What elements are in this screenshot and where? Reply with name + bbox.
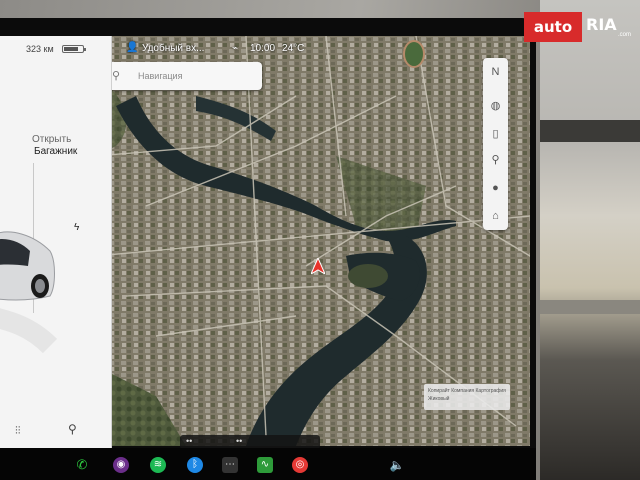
car-model-image[interactable] <box>0 206 70 376</box>
watermark-domain: .com <box>618 32 632 38</box>
island <box>348 264 388 288</box>
search-icon[interactable]: ⚲ <box>68 422 77 436</box>
profile-icon[interactable]: 👤 <box>126 42 138 53</box>
search-icon: ⚲ <box>112 70 121 82</box>
navigation-search[interactable]: ⚲ Навигация <box>100 62 262 90</box>
profile-name[interactable]: Удобный вх... <box>142 43 204 54</box>
charge-port-icon[interactable]: ϟ <box>74 222 79 233</box>
compass-icon[interactable]: N <box>483 60 508 85</box>
outside-temperature: 24°C <box>282 43 305 54</box>
phone-icon[interactable]: ✆ <box>74 457 90 473</box>
status-bar: ⚿ 👤 Удобный вх... ⌁ 10:00 24°C <box>96 36 530 60</box>
trunk-label[interactable]: Багажник <box>34 146 77 157</box>
dock-dots-icon[interactable]: •• <box>186 436 192 446</box>
navigation-placeholder[interactable]: Навигация <box>138 71 182 81</box>
trunk-open-button[interactable]: Открыть <box>32 133 71 146</box>
dashboard-trim-lower <box>540 300 640 314</box>
location-arrow-icon <box>311 258 325 274</box>
spotify-icon[interactable]: ≋ <box>150 457 166 473</box>
wifi-off-icon: ⌁ <box>232 43 239 54</box>
energy-icon[interactable]: ∿ <box>257 457 273 473</box>
camera-icon[interactable]: ◎ <box>292 457 308 473</box>
volume-icon[interactable]: 🔈 <box>389 457 405 473</box>
car-status-panel: 323 км Открыть Багажник ϟ ⫶⫶ ⚲ <box>0 36 112 448</box>
bluetooth-icon[interactable]: ᛒ <box>187 457 203 473</box>
layers-icon[interactable]: ⌂ <box>483 204 508 229</box>
pin-icon[interactable]: ⚲ <box>483 148 508 173</box>
battery-icon <box>62 45 86 53</box>
autoria-watermark: auto RIA .com <box>524 12 632 42</box>
dock-strip: •• •• <box>180 435 320 449</box>
dashboard-trim <box>540 120 640 142</box>
controls-icon[interactable]: ⫶⫶ <box>15 425 21 438</box>
traffic-icon[interactable]: ▯ <box>483 122 508 147</box>
dashboard-right <box>540 0 640 480</box>
charging-icon[interactable]: ● <box>483 176 508 201</box>
map-controls: N ◍ ▯ ⚲ ● ⌂ <box>483 58 508 230</box>
map-attribution: Копирайт Компания Картография Жиковый <box>424 384 510 410</box>
more-apps-icon[interactable]: ⋯ <box>222 457 238 473</box>
podcast-icon[interactable]: ◉ <box>113 457 129 473</box>
taskbar: ✆ ◉ ≋ ᛒ ⋯ ∿ ◎ 🔈 <box>0 448 536 480</box>
dock-dots-icon[interactable]: •• <box>236 436 242 446</box>
battery-range: 323 км <box>26 44 54 54</box>
globe-icon[interactable]: ◍ <box>483 94 508 119</box>
clock: 10:00 <box>250 43 276 54</box>
watermark-brand: auto <box>524 12 582 42</box>
